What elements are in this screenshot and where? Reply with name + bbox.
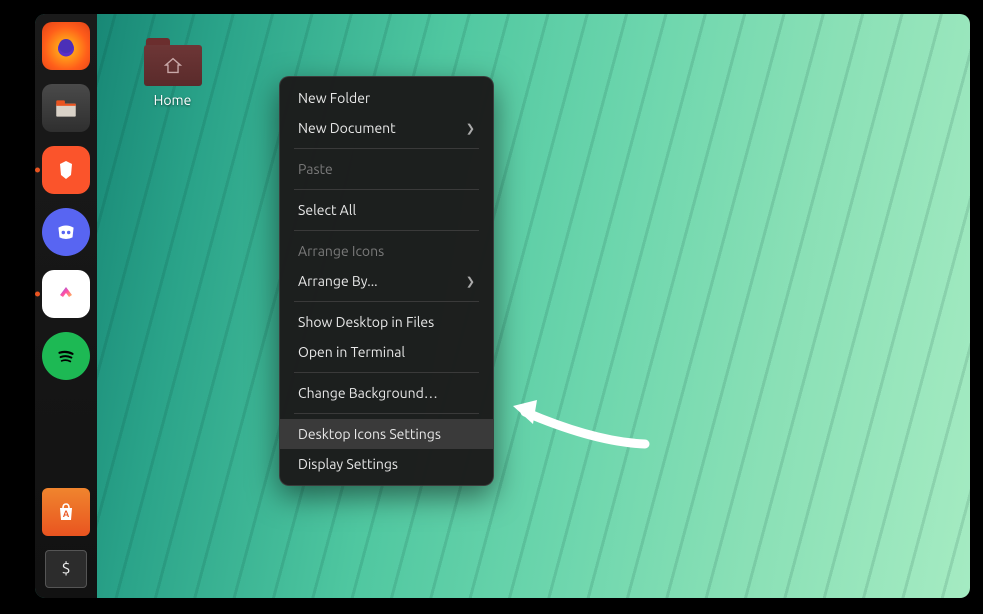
menu-item-label: Desktop Icons Settings — [298, 426, 441, 442]
menu-change-background[interactable]: Change Background… — [280, 378, 493, 408]
dock-discord[interactable] — [42, 208, 90, 256]
menu-item-label: Paste — [298, 161, 333, 177]
menu-separator — [294, 148, 479, 149]
menu-separator — [294, 230, 479, 231]
dock-brave[interactable] — [42, 146, 90, 194]
shopping-bag-icon: A — [52, 498, 81, 527]
desktop-home-folder[interactable]: Home — [130, 38, 215, 108]
dock-indicator-icon — [35, 168, 40, 173]
menu-item-label: Change Background… — [298, 385, 438, 401]
home-icon — [162, 55, 184, 77]
dock-indicator-icon — [35, 292, 40, 297]
discord-icon — [52, 218, 81, 247]
menu-separator — [294, 189, 479, 190]
menu-separator — [294, 413, 479, 414]
desktop-context-menu: New Folder New Document ❯ Paste Select Al… — [279, 76, 494, 486]
menu-item-label: Display Settings — [298, 456, 398, 472]
menu-item-label: New Folder — [298, 90, 370, 106]
spotify-icon — [52, 342, 81, 371]
menu-display-settings[interactable]: Display Settings — [280, 449, 493, 479]
menu-separator — [294, 301, 479, 302]
dock-terminal[interactable]: $ — [45, 550, 87, 588]
chevron-right-icon: ❯ — [466, 122, 475, 135]
chevron-right-icon: ❯ — [466, 275, 475, 288]
menu-desktop-icons-settings[interactable]: Desktop Icons Settings — [280, 419, 493, 449]
menu-show-desktop-in-files[interactable]: Show Desktop in Files — [280, 307, 493, 337]
menu-item-label: Open in Terminal — [298, 344, 405, 360]
dock-files[interactable] — [42, 84, 90, 132]
dock: A $ — [35, 14, 97, 598]
files-icon — [52, 94, 81, 123]
menu-item-label: Show Desktop in Files — [298, 314, 434, 330]
desktop-icon-label: Home — [154, 92, 192, 108]
terminal-icon: $ — [54, 558, 78, 580]
menu-new-document[interactable]: New Document ❯ — [280, 113, 493, 143]
dock-software[interactable]: A — [42, 488, 90, 536]
clickup-icon — [52, 280, 81, 309]
menu-paste: Paste — [280, 154, 493, 184]
dock-spotify[interactable] — [42, 332, 90, 380]
svg-text:A: A — [63, 509, 70, 519]
menu-item-label: Select All — [298, 202, 356, 218]
brave-icon — [52, 156, 81, 185]
menu-item-label: Arrange By... — [298, 273, 378, 289]
menu-new-folder[interactable]: New Folder — [280, 83, 493, 113]
menu-item-label: New Document — [298, 120, 396, 136]
firefox-icon — [52, 32, 81, 61]
menu-arrange-icons: Arrange Icons — [280, 236, 493, 266]
menu-separator — [294, 372, 479, 373]
menu-open-in-terminal[interactable]: Open in Terminal — [280, 337, 493, 367]
dock-clickup[interactable] — [42, 270, 90, 318]
menu-item-label: Arrange Icons — [298, 243, 384, 259]
menu-arrange-by[interactable]: Arrange By... ❯ — [280, 266, 493, 296]
dock-firefox[interactable] — [42, 22, 90, 70]
folder-icon — [144, 38, 202, 86]
menu-select-all[interactable]: Select All — [280, 195, 493, 225]
